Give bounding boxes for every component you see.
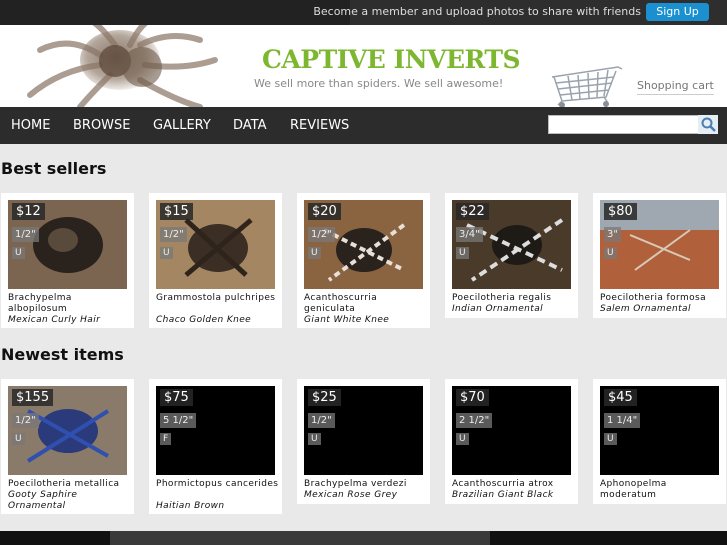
price-badge: $25 [308,389,341,406]
price-badge: $45 [604,389,637,406]
product-card[interactable]: $22 3/4" U Poecilotheria regalis Indian … [445,193,578,318]
product-photo[interactable]: $75 5 1/2" F [156,386,275,475]
species-name[interactable]: Acanthoscurria geniculata [304,293,429,315]
sex-badge: U [604,247,617,259]
size-badge: 2 1/2" [456,413,493,428]
size-badge: 3/4" [456,227,483,242]
common-name: Gooty Saphire Ornamental [8,490,78,511]
sex-badge: U [604,433,617,445]
nav-reviews[interactable]: REVIEWS [290,118,349,133]
product-photo[interactable]: $12 1/2" U [8,200,127,289]
product-card[interactable]: $12 1/2" U Brachypelma albopilosum Mexic… [1,193,134,328]
footer-band-highlight [110,531,490,545]
size-badge: 1/2" [12,227,39,242]
common-name: Salem Ornamental [600,304,691,314]
product-card[interactable]: $25 1/2" U Brachypelma verdezi Mexican R… [297,379,430,504]
nav-browse[interactable]: BROWSE [73,118,131,133]
nav-gallery[interactable]: GALLERY [153,118,211,133]
sex-badge: U [160,247,173,259]
product-card[interactable]: $20 1/2" U Acanthoscurria geniculata Gia… [297,193,430,328]
species-name[interactable]: Brachypelma verdezi [304,479,429,490]
sex-badge: U [456,433,469,445]
sex-badge: U [456,247,469,259]
species-name[interactable]: Acanthoscurria atrox [452,479,577,490]
product-card[interactable]: $155 1/2" U Poecilotheria metallica Goot… [1,379,134,514]
product-photo[interactable]: $80 3" U [600,200,719,289]
product-photo[interactable]: $155 1/2" U [8,386,127,475]
species-name[interactable]: Poecilotheria metallica [8,479,133,490]
nav-data[interactable]: DATA [233,118,267,133]
product-photo[interactable]: $20 1/2" U [304,200,423,289]
sex-badge: U [308,433,321,445]
size-badge: 1/2" [12,413,39,428]
product-photo[interactable]: $25 1/2" U [304,386,423,475]
newest-items-heading: Newest items [1,345,124,364]
sex-badge: F [160,433,172,445]
species-name[interactable]: Poecilotheria regalis [452,293,577,304]
search-icon[interactable] [698,115,718,134]
price-badge: $70 [456,389,489,406]
price-badge: $155 [12,389,54,406]
size-badge: 1 1/4" [604,413,641,428]
size-badge: 1/2" [308,413,335,428]
species-name[interactable]: Poecilotheria formosa [600,293,725,304]
shopping-cart-link[interactable]: Shopping cart [637,79,714,95]
price-badge: $22 [456,203,489,220]
nav-home[interactable]: HOME [11,118,50,133]
search-input[interactable] [548,115,718,134]
site-header: CAPTIVE INVERTS We sell more than spider… [0,25,727,109]
product-card[interactable]: $75 5 1/2" F Phormictopus cancerides Hai… [149,379,282,514]
hero-spider-image [0,25,260,107]
member-promo-text: Become a member and upload photos to sha… [313,5,641,18]
sex-badge: U [12,247,25,259]
sign-up-button[interactable]: Sign Up [646,3,709,21]
common-name: Brazilian Giant Black [452,490,554,500]
tagline: We sell more than spiders. We sell aweso… [254,77,504,90]
common-name: Haitian Brown [156,501,225,511]
logo-text: CAPTIVE INVERTS [262,45,521,74]
best-sellers-heading: Best sellers [1,159,107,178]
top-bar: Become a member and upload photos to sha… [0,0,727,25]
price-badge: $20 [308,203,341,220]
product-card[interactable]: $80 3" U Poecilotheria formosa Salem Orn… [593,193,726,318]
common-name: Giant White Knee [304,315,390,325]
species-name[interactable]: Brachypelma albopilosum [8,293,133,315]
price-badge: $80 [604,203,637,220]
size-badge: 5 1/2" [160,413,197,428]
price-badge: $12 [12,203,45,220]
product-card[interactable]: $70 2 1/2" U Acanthoscurria atrox Brazil… [445,379,578,504]
sex-badge: U [12,433,25,445]
product-photo[interactable]: $15 1/2" U [156,200,275,289]
common-name: Mexican Curly Hair [8,315,101,325]
product-photo[interactable]: $45 1 1/4" U [600,386,719,475]
species-name[interactable]: Grammostola pulchripes [156,293,281,304]
price-badge: $15 [160,203,193,220]
product-card[interactable]: $45 1 1/4" U Aphonopelma moderatum [593,379,726,504]
footer-band [0,531,727,545]
shopping-cart-icon[interactable] [546,63,630,109]
common-name: Chaco Golden Knee [156,315,252,325]
price-badge: $75 [160,389,193,406]
common-name: Mexican Rose Grey [304,490,398,500]
common-name: Indian Ornamental [452,304,544,314]
product-photo[interactable]: $70 2 1/2" U [452,386,571,475]
size-badge: 1/2" [160,227,187,242]
size-badge: 3" [604,227,621,242]
product-card[interactable]: $15 1/2" U Grammostola pulchripes Chaco … [149,193,282,328]
sex-badge: U [308,247,321,259]
product-photo[interactable]: $22 3/4" U [452,200,571,289]
size-badge: 1/2" [308,227,335,242]
species-name[interactable]: Aphonopelma moderatum [600,479,725,501]
site-logo[interactable]: CAPTIVE INVERTS [262,45,521,74]
species-name[interactable]: Phormictopus cancerides [156,479,281,490]
